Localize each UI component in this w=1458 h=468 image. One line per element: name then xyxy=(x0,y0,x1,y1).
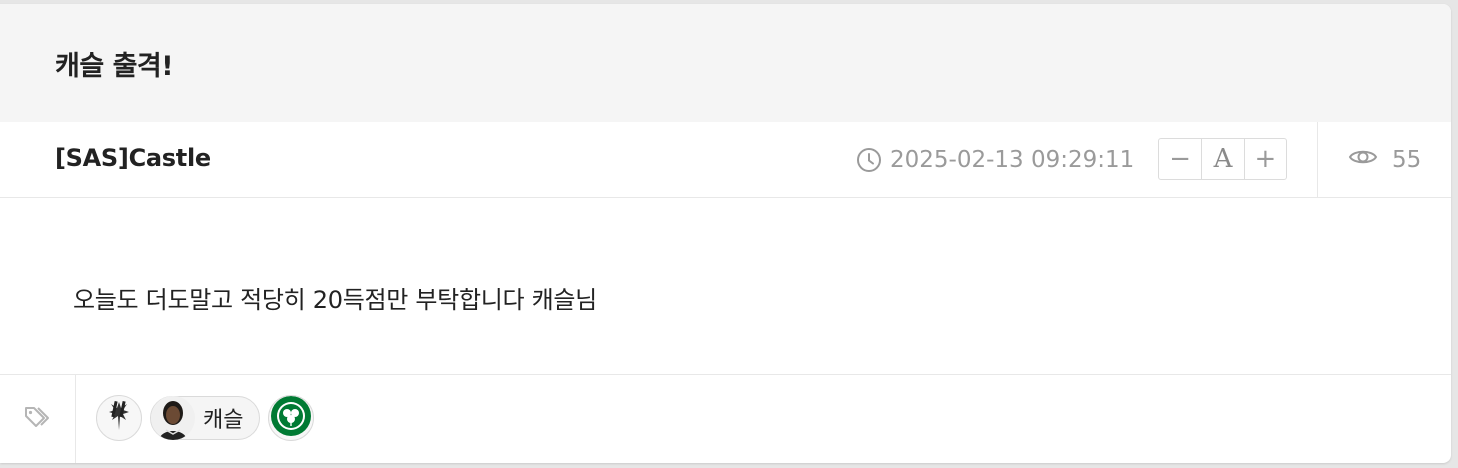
tag-icon xyxy=(23,404,53,434)
spurs-logo-icon xyxy=(99,396,139,440)
clock-icon xyxy=(856,147,882,173)
post-datetime: 2025-02-13 09:29:11 xyxy=(856,146,1134,174)
font-reset-button[interactable]: A xyxy=(1201,139,1243,179)
tag-label-cell xyxy=(0,375,76,463)
post-title: 캐슬 출격! xyxy=(55,51,174,82)
datetime-text: 2025-02-13 09:29:11 xyxy=(890,147,1135,173)
font-size-control: − A + xyxy=(1158,138,1287,180)
post-meta: [SAS]Castle 2025-02-13 09:29:11 − A + 55 xyxy=(0,122,1451,198)
tag-bar: 캐슬 xyxy=(0,374,1451,463)
tag-chip-team[interactable] xyxy=(96,395,142,441)
font-increase-button[interactable]: + xyxy=(1243,139,1286,179)
tag-chip-team[interactable] xyxy=(268,395,315,441)
player-tag-label: 캐슬 xyxy=(203,408,244,433)
author-name[interactable]: [SAS]Castle xyxy=(55,144,211,172)
celtics-logo-icon xyxy=(270,396,312,440)
eye-icon xyxy=(1348,146,1378,174)
post-body: 오늘도 더도말고 적당히 20득점만 부탁합니다 캐슬님 xyxy=(73,286,597,314)
post-card: 캐슬 출격! [SAS]Castle 2025-02-13 09:29:11 −… xyxy=(0,4,1451,463)
font-decrease-button[interactable]: − xyxy=(1159,139,1201,179)
tag-chip-player[interactable]: 캐슬 xyxy=(150,396,261,440)
post-header: 캐슬 출격! xyxy=(0,4,1451,122)
player-avatar-icon xyxy=(151,396,195,440)
view-count-text: 55 xyxy=(1392,147,1422,173)
view-count: 55 xyxy=(1348,146,1421,174)
tag-list: 캐슬 xyxy=(96,395,315,441)
divider xyxy=(1317,122,1318,198)
